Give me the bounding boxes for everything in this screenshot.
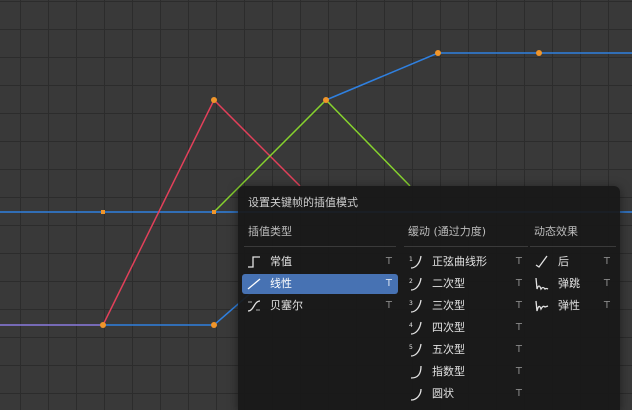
dynamic-header: 动态效果 <box>534 225 578 238</box>
sine-icon: 1 <box>409 255 422 269</box>
svg-text:4: 4 <box>409 322 413 329</box>
interpolation-mode-menu: 设置关键帧的插值模式 插值类型 缓动 (通过力度) 动态效果 常值 T 线性 T… <box>238 186 620 410</box>
circ-icon <box>410 388 422 401</box>
easing-header: 缓动 (通过力度) <box>408 225 487 238</box>
linear-icon <box>247 278 261 290</box>
svg-text:2: 2 <box>409 278 413 285</box>
menu-item-constant[interactable]: 常值 T <box>242 252 398 272</box>
menu-item-linear[interactable]: 线性 T <box>242 274 398 294</box>
keyframe[interactable] <box>100 322 106 328</box>
svg-text:3: 3 <box>409 300 413 307</box>
svg-text:5: 5 <box>409 344 413 351</box>
keyframe-handle[interactable] <box>212 210 216 214</box>
menu-item-bounce[interactable]: 弹跳 T <box>530 274 616 294</box>
quart-icon: 4 <box>409 321 422 335</box>
menu-item-elastic[interactable]: 弹性 T <box>530 296 616 316</box>
bezier-icon <box>247 300 261 312</box>
menu-item-sine[interactable]: 1 正弦曲线形 T <box>404 252 528 272</box>
keyframe[interactable] <box>323 97 329 103</box>
keyframe[interactable] <box>435 50 441 56</box>
menu-item-cubic[interactable]: 3 三次型 T <box>404 296 528 316</box>
menu-item-back[interactable]: 后 T <box>530 252 616 272</box>
menu-item-bezier[interactable]: 贝塞尔 T <box>242 296 398 316</box>
expo-icon <box>410 365 422 379</box>
back-icon <box>535 255 548 268</box>
menu-item-quintic[interactable]: 5 五次型 T <box>404 340 528 360</box>
divider <box>530 246 616 247</box>
menu-title: 设置关键帧的插值模式 <box>248 196 358 209</box>
menu-item-circular[interactable]: 圆状 T <box>404 384 528 404</box>
fcurve-blue[interactable] <box>103 284 261 326</box>
quad-icon: 2 <box>409 277 422 291</box>
keyframe-handle[interactable] <box>101 210 105 214</box>
constant-icon <box>248 256 260 268</box>
keyframe[interactable] <box>211 97 217 103</box>
elastic-icon <box>535 300 549 312</box>
keyframe[interactable] <box>211 322 217 328</box>
divider <box>404 246 528 247</box>
keyframe[interactable] <box>536 50 542 56</box>
quint-icon: 5 <box>409 343 422 357</box>
divider <box>244 246 396 247</box>
interpolation-header: 插值类型 <box>248 225 292 238</box>
svg-text:1: 1 <box>409 256 413 263</box>
menu-item-exponential[interactable]: 指数型 T <box>404 362 528 382</box>
bounce-icon <box>535 277 549 291</box>
fcurve-blue-upper[interactable] <box>325 52 632 101</box>
cubic-icon: 3 <box>409 299 422 313</box>
menu-item-quadratic[interactable]: 2 二次型 T <box>404 274 528 294</box>
menu-item-quartic[interactable]: 4 四次型 T <box>404 318 528 338</box>
